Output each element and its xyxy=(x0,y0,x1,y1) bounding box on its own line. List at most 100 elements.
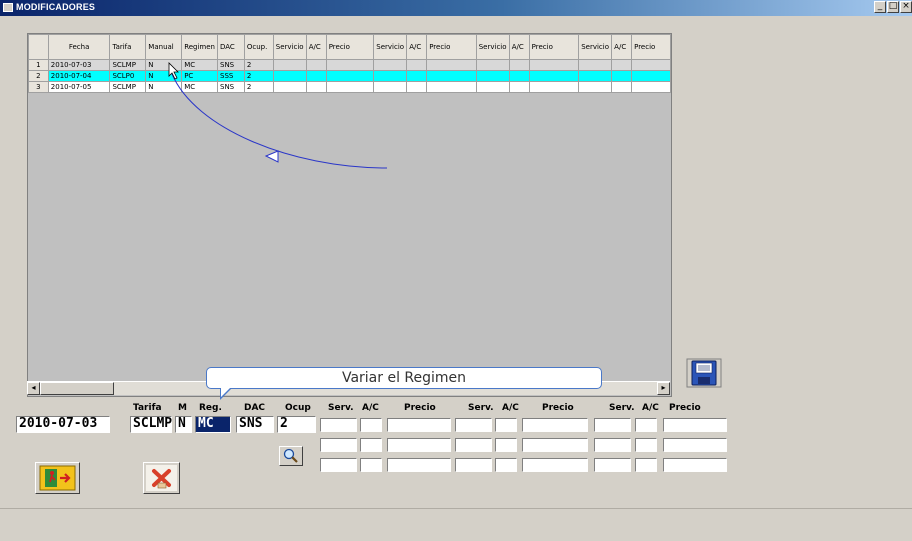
header-ocup[interactable]: Ocup. xyxy=(243,34,274,60)
cell-empty[interactable] xyxy=(611,81,633,93)
cell-regimen[interactable]: MC xyxy=(181,59,218,71)
cell-empty[interactable] xyxy=(631,59,671,71)
ac-input[interactable] xyxy=(495,458,517,472)
cell-empty[interactable] xyxy=(528,59,580,71)
ac-input[interactable] xyxy=(360,458,382,472)
ac-input[interactable] xyxy=(635,418,657,432)
cell-regimen[interactable]: MC xyxy=(181,81,218,93)
header-servicio-3[interactable]: Servicio xyxy=(475,34,510,60)
cell-empty[interactable] xyxy=(406,81,428,93)
serv-input[interactable] xyxy=(320,418,357,432)
cell-empty[interactable] xyxy=(305,70,327,82)
header-servicio-4[interactable]: Servicio xyxy=(578,34,613,60)
precio-input[interactable] xyxy=(522,438,588,452)
cell-empty[interactable] xyxy=(475,59,510,71)
cell-empty[interactable] xyxy=(325,81,375,93)
tarifa-field[interactable]: SCLMP xyxy=(130,416,172,433)
cell-ocup[interactable]: 2 xyxy=(243,70,274,82)
precio-input[interactable] xyxy=(522,458,588,472)
cell-empty[interactable] xyxy=(631,70,671,82)
cell-empty[interactable] xyxy=(508,70,530,82)
cell-fecha[interactable]: 2010-07-03 xyxy=(47,59,111,71)
cell-fecha[interactable]: 2010-07-04 xyxy=(47,70,111,82)
cell-empty[interactable] xyxy=(272,81,307,93)
cell-empty[interactable] xyxy=(373,59,408,71)
regimen-field[interactable]: MC xyxy=(195,416,231,433)
cell-empty[interactable] xyxy=(528,70,580,82)
precio-input[interactable] xyxy=(663,458,727,472)
scroll-left-icon[interactable]: ◂ xyxy=(27,382,40,395)
cell-ocup[interactable]: 2 xyxy=(243,59,274,71)
header-ac-1[interactable]: A/C xyxy=(305,34,327,60)
header-dac[interactable]: DAC xyxy=(217,34,245,60)
cell-empty[interactable] xyxy=(426,59,477,71)
cell-empty[interactable] xyxy=(406,59,428,71)
header-precio-3[interactable]: Precio xyxy=(528,34,580,60)
cell-empty[interactable] xyxy=(578,81,613,93)
cancel-button[interactable] xyxy=(143,462,180,494)
manual-field[interactable]: N xyxy=(175,416,192,433)
header-servicio-1[interactable]: Servicio xyxy=(272,34,307,60)
cell-empty[interactable] xyxy=(406,70,428,82)
ocup-field[interactable]: 2 xyxy=(277,416,316,433)
cell-empty[interactable] xyxy=(373,81,408,93)
cell-regimen[interactable]: PC xyxy=(181,70,218,82)
header-servicio-2[interactable]: Servicio xyxy=(373,34,408,60)
cell-dac[interactable]: SNS xyxy=(217,81,245,93)
ac-input[interactable] xyxy=(635,438,657,452)
serv-input[interactable] xyxy=(594,458,631,472)
cell-empty[interactable] xyxy=(325,59,375,71)
close-button[interactable]: × xyxy=(900,1,912,13)
ac-input[interactable] xyxy=(495,438,517,452)
table-row[interactable]: 3 2010-07-05 SCLMP N MC SNS 2 xyxy=(28,81,671,93)
ac-input[interactable] xyxy=(495,418,517,432)
cell-manual[interactable]: N xyxy=(145,70,183,82)
serv-input[interactable] xyxy=(320,458,357,472)
cell-empty[interactable] xyxy=(528,81,580,93)
cell-tarifa[interactable]: SCLMP xyxy=(109,59,147,71)
serv-input[interactable] xyxy=(320,438,357,452)
cell-empty[interactable] xyxy=(578,59,613,71)
serv-input[interactable] xyxy=(455,438,492,452)
scroll-right-icon[interactable]: ▸ xyxy=(657,382,670,395)
cell-empty[interactable] xyxy=(305,81,327,93)
precio-input[interactable] xyxy=(663,438,727,452)
maximize-button[interactable]: □ xyxy=(887,1,899,13)
cell-empty[interactable] xyxy=(631,81,671,93)
cell-empty[interactable] xyxy=(426,70,477,82)
serv-input[interactable] xyxy=(594,418,631,432)
modifiers-grid[interactable]: Fecha Tarifa Manual Regimen DAC Ocup. Se… xyxy=(27,33,672,397)
fecha-field[interactable]: 2010-07-03 xyxy=(16,416,110,433)
cell-empty[interactable] xyxy=(475,81,510,93)
cell-empty[interactable] xyxy=(611,59,633,71)
cell-fecha[interactable]: 2010-07-05 xyxy=(47,81,111,93)
minimize-button[interactable]: _ xyxy=(874,1,886,13)
header-precio-1[interactable]: Precio xyxy=(325,34,375,60)
cell-empty[interactable] xyxy=(611,70,633,82)
header-precio-4[interactable]: Precio xyxy=(631,34,671,60)
cell-empty[interactable] xyxy=(373,70,408,82)
header-regimen[interactable]: Regimen xyxy=(181,34,218,60)
serv-input[interactable] xyxy=(594,438,631,452)
header-ac-4[interactable]: A/C xyxy=(611,34,633,60)
cell-ocup[interactable]: 2 xyxy=(243,81,274,93)
header-ac-3[interactable]: A/C xyxy=(508,34,530,60)
ac-input[interactable] xyxy=(360,438,382,452)
dac-field[interactable]: SNS xyxy=(236,416,274,433)
cell-empty[interactable] xyxy=(272,59,307,71)
precio-input[interactable] xyxy=(387,438,451,452)
ac-input[interactable] xyxy=(635,458,657,472)
table-row[interactable]: 2 2010-07-04 SCLP0 N PC SSS 2 xyxy=(28,70,671,82)
header-fecha[interactable]: Fecha xyxy=(47,34,111,60)
table-row[interactable]: 1 2010-07-03 SCLMP N MC SNS 2 xyxy=(28,59,671,71)
serv-input[interactable] xyxy=(455,458,492,472)
ac-input[interactable] xyxy=(360,418,382,432)
cell-tarifa[interactable]: SCLP0 xyxy=(109,70,147,82)
search-button[interactable] xyxy=(279,446,303,466)
precio-input[interactable] xyxy=(387,458,451,472)
scroll-thumb[interactable] xyxy=(40,382,114,395)
cell-empty[interactable] xyxy=(578,70,613,82)
cell-empty[interactable] xyxy=(426,81,477,93)
cell-empty[interactable] xyxy=(475,70,510,82)
exit-button[interactable] xyxy=(35,462,80,494)
